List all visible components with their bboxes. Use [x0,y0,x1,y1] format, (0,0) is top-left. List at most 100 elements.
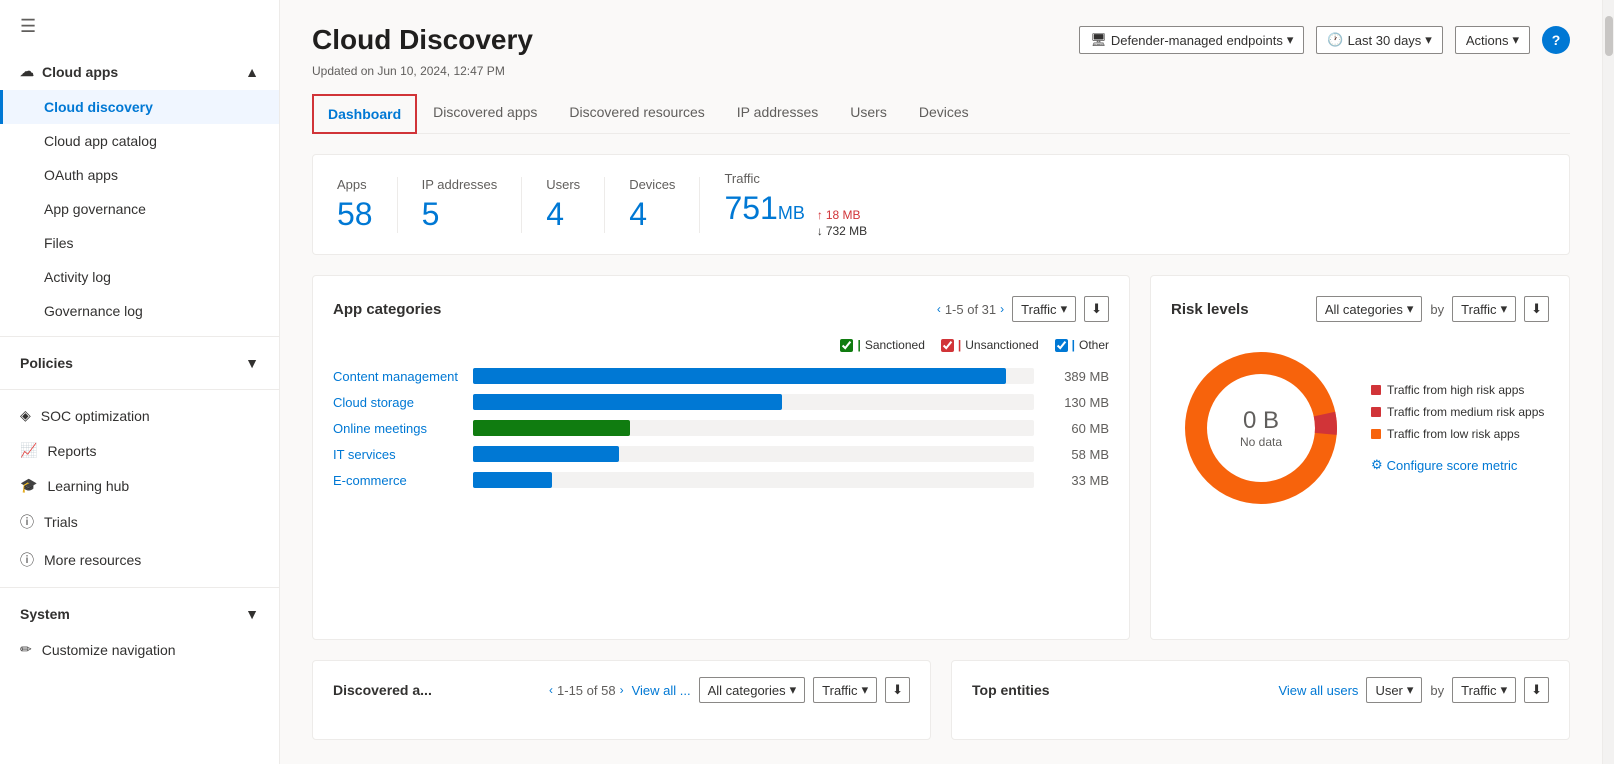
bar-label-3[interactable]: IT services [333,447,463,462]
reports-item[interactable]: 📈 Reports [0,433,279,468]
tab-dashboard[interactable]: Dashboard [312,94,417,134]
stat-users: Users 4 [522,177,605,233]
discovered-apps-card: Discovered a... ‹ 1-15 of 58 › View all … [312,660,931,740]
top-entities-header: Top entities View all users User ▾ by Tr… [972,677,1549,703]
files-item[interactable]: Files [0,226,279,260]
tab-discovered-resources[interactable]: Discovered resources [553,94,720,134]
medium-risk-label: Traffic from medium risk apps [1387,405,1544,419]
endpoint-chevron: ▾ [1287,32,1294,48]
governance-log-label: Governance log [44,303,143,319]
cloud-discovery-item[interactable]: Cloud discovery [0,90,279,124]
more-resources-item[interactable]: ⓘ More resources [0,541,279,579]
risk-levels-controls: All categories ▾ by Traffic ▾ ⬇ [1316,296,1549,322]
donut-chart: 0 B No data [1171,338,1351,518]
da-traffic-dropdown[interactable]: Traffic ▾ [813,677,877,703]
bar-label-4[interactable]: E-commerce [333,473,463,488]
view-all-apps-link[interactable]: View all ... [632,683,691,698]
sanctioned-label: Sanctioned [865,338,925,352]
help-button[interactable]: ? [1542,26,1570,54]
policies-chevron: ▼ [245,355,259,371]
app-governance-item[interactable]: App governance [0,192,279,226]
tab-users[interactable]: Users [834,94,903,134]
app-categories-traffic-dropdown[interactable]: Traffic ▾ [1012,296,1076,322]
bar-row-3: IT services 58 MB [333,446,1109,462]
endpoint-icon: 🖥 [1090,32,1107,48]
main-header: Cloud Discovery 🖥 Defender-managed endpo… [312,24,1570,56]
tab-ip-addresses[interactable]: IP addresses [721,94,834,134]
endpoint-button[interactable]: 🖥 Defender-managed endpoints ▾ [1079,26,1304,54]
learning-hub-item[interactable]: 🎓 Learning hub [0,468,279,503]
app-categories-legend: | Sanctioned | Unsanctioned | Other [333,338,1109,352]
soc-optimization-item[interactable]: ◈ SOC optimization [0,398,279,433]
cloud-apps-chevron: ▲ [245,64,259,80]
cloud-app-catalog-item[interactable]: Cloud app catalog [0,124,279,158]
next-arrow[interactable]: › [1000,302,1004,316]
hamburger-icon[interactable]: ☰ [0,0,279,53]
discovered-apps-title: Discovered a... [333,682,432,698]
other-checkbox[interactable] [1055,339,1068,352]
configure-score-link[interactable]: ⚙ Configure score metric [1371,457,1544,473]
bar-fill-4 [473,472,552,488]
bar-value-3: 58 MB [1044,447,1109,462]
prev-arrow[interactable]: ‹ [937,302,941,316]
legend-unsanctioned: | Unsanctioned [941,338,1039,352]
medium-risk-dot [1371,407,1381,417]
stat-traffic: Traffic 751 MB ↑ 18 MB ↓ 732 MB [700,171,891,238]
bar-container-0 [473,368,1034,384]
gear-icon: ⚙ [1371,457,1383,473]
traffic-download: ↓ 732 MB [817,224,867,238]
actions-button[interactable]: Actions ▾ [1455,26,1530,54]
donut-center-label: No data [1240,435,1282,449]
devices-value: 4 [629,196,647,233]
oauth-apps-item[interactable]: OAuth apps [0,158,279,192]
bar-label-1[interactable]: Cloud storage [333,395,463,410]
system-section[interactable]: System ▼ [0,596,279,632]
app-categories-download-button[interactable]: ⬇ [1084,296,1109,322]
bottom-cards-row: Discovered a... ‹ 1-15 of 58 › View all … [312,660,1570,740]
da-categories-dropdown[interactable]: All categories ▾ [699,677,806,703]
sanctioned-checkbox[interactable] [840,339,853,352]
trials-label: Trials [44,514,78,530]
te-download-button[interactable]: ⬇ [1524,677,1549,703]
trials-item[interactable]: ⓘ Trials [0,503,279,541]
governance-log-item[interactable]: Governance log [0,294,279,328]
stats-row: Apps 58 IP addresses 5 Users 4 Devices 4… [312,154,1570,255]
bar-label-2[interactable]: Online meetings [333,421,463,436]
app-categories-title: App categories [333,301,441,318]
top-entities-traffic-dropdown[interactable]: Traffic ▾ [1452,677,1516,703]
soc-icon: ◈ [20,407,31,424]
tab-devices[interactable]: Devices [903,94,985,134]
bar-fill-0 [473,368,1006,384]
bar-chart: Content management 389 MB Cloud storage … [333,368,1109,488]
da-prev-arrow[interactable]: ‹ [549,683,553,697]
ip-label: IP addresses [422,177,498,192]
cloud-apps-section[interactable]: ☁ Cloud apps ▲ [0,53,279,90]
customize-navigation-item[interactable]: ✏ Customize navigation [0,632,279,667]
tab-discovered-apps[interactable]: Discovered apps [417,94,553,134]
risk-categories-dropdown[interactable]: All categories ▾ [1316,296,1423,322]
header-actions: 🖥 Defender-managed endpoints ▾ 🕐 Last 30… [1079,26,1570,54]
configure-label: Configure score metric [1387,458,1518,473]
risk-traffic-dropdown[interactable]: Traffic ▾ [1452,296,1516,322]
unsanctioned-checkbox[interactable] [941,339,954,352]
user-chevron: ▾ [1407,682,1414,698]
bar-label-0[interactable]: Content management [333,369,463,384]
edge-scrollbar [1602,0,1614,764]
top-entities-by-label: by [1430,683,1444,698]
donut-center-value: 0 B [1240,407,1282,435]
bar-container-4 [473,472,1034,488]
upload-arrow: ↑ [817,208,823,222]
view-all-users-link[interactable]: View all users [1278,683,1358,698]
app-categories-header: App categories ‹ 1-5 of 31 › Traffic ▾ ⬇ [333,296,1109,322]
activity-log-item[interactable]: Activity log [0,260,279,294]
files-label: Files [44,235,74,251]
bar-container-2 [473,420,1034,436]
da-download-button[interactable]: ⬇ [885,677,910,703]
risk-download-button[interactable]: ⬇ [1524,296,1549,322]
bar-fill-3 [473,446,619,462]
da-next-arrow[interactable]: › [620,683,624,697]
time-button[interactable]: 🕐 Last 30 days ▾ [1316,26,1442,54]
user-dropdown[interactable]: User ▾ [1366,677,1422,703]
cloud-app-catalog-label: Cloud app catalog [44,133,157,149]
policies-section[interactable]: Policies ▼ [0,345,279,381]
